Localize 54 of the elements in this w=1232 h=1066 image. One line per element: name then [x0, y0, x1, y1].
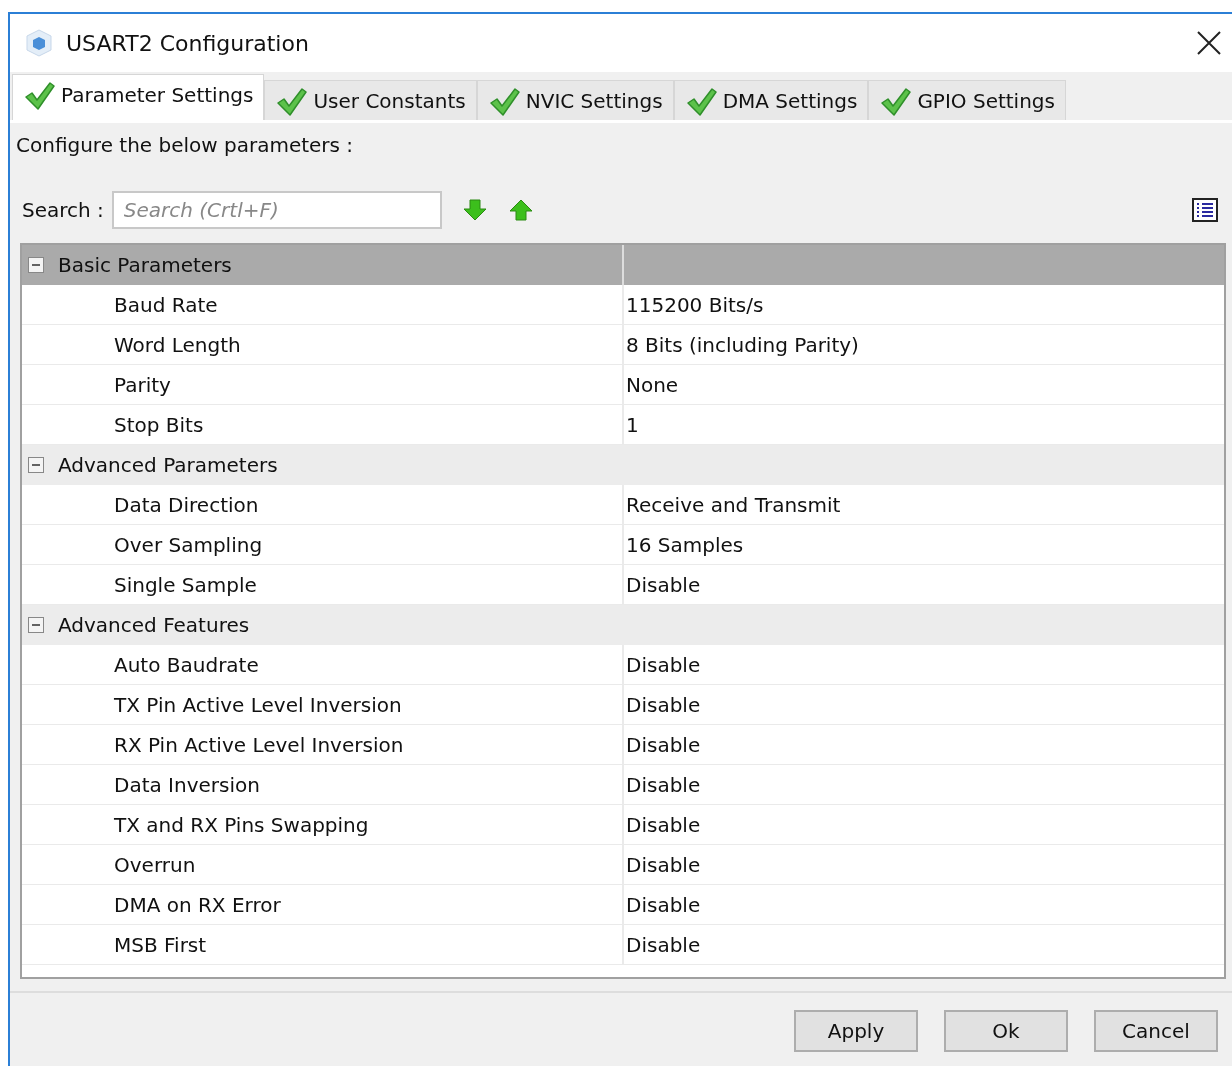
parameter-value[interactable]: Disable — [622, 765, 1224, 804]
parameter-value[interactable]: None — [622, 365, 1224, 404]
window-title: USART2 Configuration — [66, 30, 310, 56]
parameter-value[interactable]: 16 Samples — [622, 525, 1224, 564]
collapse-icon[interactable] — [28, 457, 44, 473]
tab[interactable]: GPIO Settings — [868, 80, 1066, 120]
group-header[interactable]: Basic Parameters — [22, 245, 1224, 285]
arrow-up-icon[interactable] — [507, 198, 534, 222]
group-title: Basic Parameters — [58, 253, 232, 277]
arrow-down-icon[interactable] — [461, 198, 488, 222]
parameter-name: Auto Baudrate — [113, 651, 260, 679]
parameter-name: MSB First — [113, 931, 208, 959]
parameter-name: Word Length — [113, 331, 242, 359]
parameter-name: RX Pin Active Level Inversion — [113, 731, 405, 759]
dialog-button[interactable]: Apply — [794, 1009, 918, 1052]
parameter-value[interactable]: Disable — [622, 645, 1224, 684]
parameter-name: TX and RX Pins Swapping — [113, 811, 370, 839]
collapse-icon[interactable] — [28, 617, 44, 633]
group-title: Advanced Parameters — [58, 453, 278, 477]
parameter-name: DMA on RX Error — [113, 891, 282, 919]
group-title: Advanced Features — [58, 613, 250, 637]
parameter-value[interactable]: Disable — [622, 925, 1224, 964]
close-icon[interactable] — [1196, 30, 1222, 56]
parameter-name: Stop Bits — [113, 411, 205, 439]
instructions-text: Configure the below parameters : — [15, 132, 355, 157]
parameter-name: Data Direction — [113, 491, 260, 519]
list-icon[interactable] — [1192, 198, 1218, 222]
parameter-value[interactable]: Receive and Transmit — [622, 485, 1224, 524]
parameter-value[interactable]: 8 Bits (including Parity) — [622, 325, 1224, 364]
parameter-name: Overrun — [113, 851, 197, 879]
parameter-name: Parity — [113, 371, 172, 399]
collapse-icon[interactable] — [28, 257, 44, 273]
parameter-value[interactable]: Disable — [622, 805, 1224, 844]
tab[interactable]: DMA Settings — [673, 80, 869, 120]
group-header[interactable]: Advanced Features — [22, 605, 1224, 645]
parameter-value[interactable]: Disable — [622, 685, 1224, 724]
group-header[interactable]: Advanced Parameters — [22, 445, 1224, 485]
tab[interactable]: NVIC Settings — [476, 80, 674, 120]
parameter-name: Over Sampling — [113, 531, 264, 559]
parameter-value[interactable]: 115200 Bits/s — [622, 285, 1224, 324]
cube-icon — [26, 29, 52, 57]
parameter-name: TX Pin Active Level Inversion — [113, 691, 403, 719]
parameter-value[interactable]: Disable — [622, 845, 1224, 884]
tab[interactable]: Parameter Settings — [12, 74, 265, 120]
search-label: Search : — [22, 198, 104, 222]
parameter-value[interactable]: Disable — [622, 885, 1224, 924]
dialog-button[interactable]: Cancel — [1094, 1009, 1218, 1052]
dialog-button[interactable]: Ok — [944, 1009, 1068, 1052]
search-field[interactable]: Search (Crtl+F) — [111, 191, 442, 229]
parameter-value[interactable]: Disable — [622, 725, 1224, 764]
parameter-name: Baud Rate — [113, 291, 219, 319]
tab[interactable]: User Constants — [264, 80, 477, 120]
parameter-name: Data Inversion — [113, 771, 261, 799]
parameter-name: Single Sample — [113, 571, 258, 599]
